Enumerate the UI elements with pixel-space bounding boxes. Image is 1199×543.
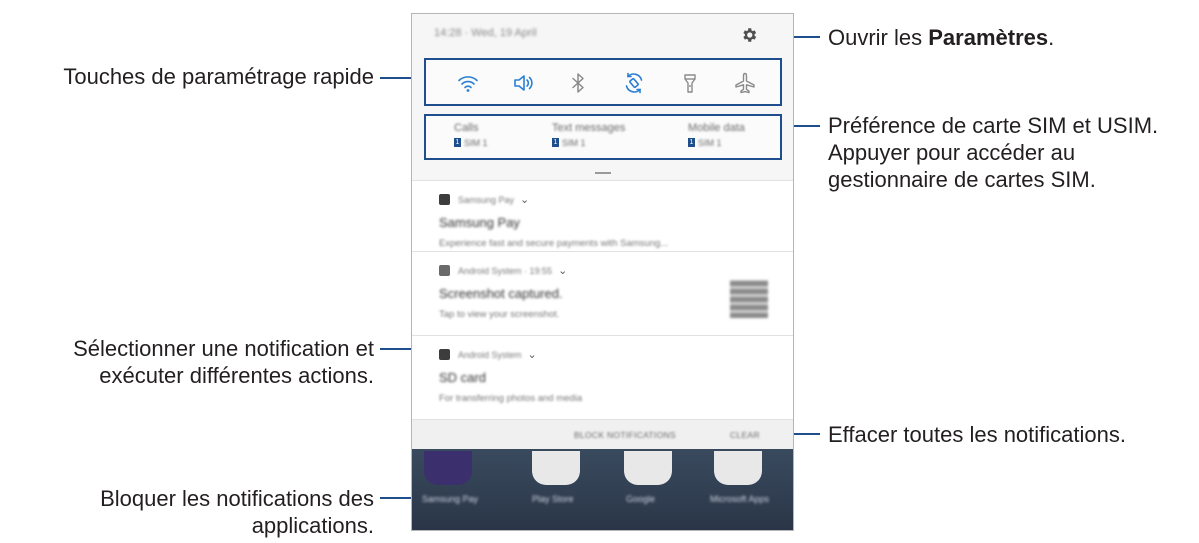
callout-clear: Effacer toutes les notifications. — [828, 422, 1126, 447]
clear-button[interactable]: CLEAR — [730, 430, 760, 440]
status-bar: 14:28 · Wed, 19 April — [412, 14, 793, 52]
notification-app-name: Samsung Pay — [458, 194, 515, 205]
bluetooth-icon[interactable] — [566, 71, 590, 95]
notification-body: Tap to view your screenshot. — [439, 309, 560, 320]
sim-badge: 1 — [454, 138, 461, 148]
settings-gear-icon[interactable] — [740, 26, 758, 44]
notification-title: SD card — [439, 370, 486, 385]
microsoft-apps-icon[interactable] — [714, 451, 762, 485]
block-notifications-button[interactable]: BLOCK NOTIFICATIONS — [574, 430, 676, 440]
callout-select-notification: Sélectionner une notification et exécute… — [73, 336, 374, 388]
google-app-icon[interactable] — [624, 451, 672, 485]
notification-header: Samsung Pay ⌄ — [439, 193, 529, 206]
notification-body: Experience fast and secure payments with… — [439, 238, 669, 249]
notification-app-name: Android System — [458, 349, 522, 360]
sim-label: SIM 1 — [698, 137, 722, 148]
notification-body: For transferring photos and media — [439, 393, 583, 404]
samsung-pay-icon — [439, 194, 450, 205]
status-time-date: 14:28 · Wed, 19 April — [434, 27, 537, 39]
airplane-mode-icon[interactable] — [733, 71, 757, 95]
callout-settings: Ouvrir les Paramètres. — [828, 25, 1055, 50]
notification-title: Screenshot captured. — [439, 286, 563, 301]
sim-badge: 1 — [688, 138, 695, 148]
sim-item-text-messages[interactable]: Text messages 1 SIM 1 — [552, 122, 625, 148]
sim-preference-bar[interactable]: Calls 1 SIM 1 Text messages 1 SIM 1 Mobile… — [424, 114, 782, 160]
sim-item-calls[interactable]: Calls 1 SIM 1 — [454, 122, 488, 148]
panel-drag-handle[interactable] — [595, 172, 611, 174]
notification-title: Samsung Pay — [439, 215, 520, 230]
app-label: Samsung Pay — [422, 494, 479, 504]
home-screen-background: Samsung Pay Play Store Google Microsoft … — [412, 449, 793, 530]
sim-title: Calls — [454, 122, 479, 134]
image-icon — [439, 265, 450, 276]
app-label: Microsoft Apps — [710, 494, 770, 504]
wifi-icon[interactable] — [456, 71, 480, 95]
chevron-down-icon[interactable]: ⌄ — [528, 349, 537, 361]
sound-icon[interactable] — [511, 71, 535, 95]
notification-action-bar: BLOCK NOTIFICATIONS CLEAR — [412, 419, 793, 450]
notification-card[interactable]: Android System · 19:55 ⌄ Screenshot captu… — [412, 251, 793, 335]
notification-app-name: Android System · 19:55 — [458, 265, 553, 276]
notification-panel: 14:28 · Wed, 19 April Calls 1 SIM 1 Text… — [411, 13, 794, 531]
quick-settings-bar — [424, 58, 782, 106]
app-label: Google — [626, 494, 656, 504]
play-store-app-icon[interactable] — [532, 451, 580, 485]
sim-label: SIM 1 — [464, 137, 488, 148]
callout-sim: Préférence de carte SIM et USIM. Appuyer… — [828, 113, 1159, 192]
sim-badge: 1 — [552, 138, 559, 148]
notification-card[interactable]: Android System ⌄ SD card For transferring… — [412, 335, 793, 419]
callout-block: Bloquer les notifications des applicatio… — [100, 486, 374, 538]
sim-title: Mobile data — [688, 122, 745, 134]
chevron-down-icon[interactable]: ⌄ — [558, 265, 567, 277]
auto-rotate-icon[interactable] — [622, 71, 646, 95]
notification-header: Android System · 19:55 ⌄ — [439, 264, 567, 277]
screenshot-thumbnail — [730, 280, 768, 318]
app-label: Play Store — [532, 494, 574, 504]
flashlight-icon[interactable] — [678, 71, 702, 95]
sim-label: SIM 1 — [562, 137, 586, 148]
sim-item-mobile-data[interactable]: Mobile data 1 SIM 1 — [688, 122, 745, 148]
samsung-pay-app-icon[interactable] — [424, 451, 472, 485]
chevron-down-icon[interactable]: ⌄ — [520, 194, 529, 206]
notification-header: Android System ⌄ — [439, 348, 537, 361]
callout-quick-settings: Touches de paramétrage rapide — [63, 64, 374, 89]
sim-title: Text messages — [552, 122, 626, 134]
sd-card-icon — [439, 349, 450, 360]
